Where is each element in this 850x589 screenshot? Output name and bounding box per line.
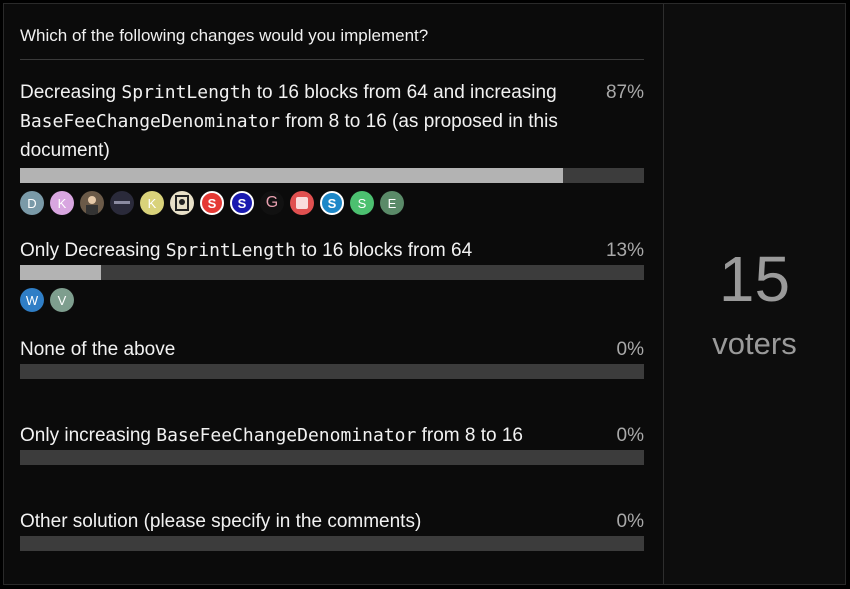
option-percent: 0% [616, 511, 644, 532]
progress-fill [20, 265, 102, 280]
option-label: Other solution (please specify in the co… [20, 507, 588, 536]
progress-bar [20, 265, 644, 280]
option-label: Only increasing BaseFeeChangeDenominator… [20, 421, 588, 450]
option-text: Other solution (please specify in the co… [20, 511, 422, 532]
option-text: from 8 to 16 [416, 425, 523, 446]
poll-widget: Which of the following changes would you… [3, 3, 846, 585]
logo-icon[interactable] [110, 191, 134, 215]
option-code: BaseFeeChangeDenominator [156, 425, 417, 446]
option-code: SprintLength [121, 82, 252, 103]
progress-bar [20, 168, 644, 183]
voter-avatars: WV [20, 288, 644, 312]
s-logo-icon[interactable]: S [230, 191, 254, 215]
voter-avatars: DKKSSGSSE [20, 191, 644, 215]
option-label: Only Decreasing SprintLength to 16 block… [20, 236, 588, 265]
badge-icon[interactable] [170, 191, 194, 215]
voter-avatar[interactable]: W [20, 288, 44, 312]
poll-option-1[interactable]: Decreasing SprintLength to 16 blocks fro… [20, 78, 644, 215]
progress-fill [20, 168, 563, 183]
voter-avatar[interactable]: K [140, 191, 164, 215]
poll-question: Which of the following changes would you… [20, 26, 429, 45]
poll-option-2[interactable]: Only Decreasing SprintLength to 16 block… [20, 236, 644, 312]
g-logo-icon[interactable]: G [260, 191, 284, 215]
option-label: Decreasing SprintLength to 16 blocks fro… [20, 78, 588, 165]
progress-bar [20, 450, 644, 465]
option-text: to 16 blocks from 64 and increasing [251, 82, 557, 103]
progress-bar [20, 536, 644, 551]
voter-count-label: voters [712, 326, 797, 361]
s-logo-icon[interactable]: S [320, 191, 344, 215]
voter-avatar[interactable]: V [50, 288, 74, 312]
poll-option-4[interactable]: Only increasing BaseFeeChangeDenominator… [20, 421, 644, 465]
voter-avatar[interactable]: K [50, 191, 74, 215]
option-text: Only increasing [20, 425, 157, 446]
s-logo-icon[interactable]: S [200, 191, 224, 215]
person-photo-icon[interactable] [80, 191, 104, 215]
voter-avatar[interactable]: D [20, 191, 44, 215]
poll-option-5[interactable]: Other solution (please specify in the co… [20, 507, 644, 551]
option-code: BaseFeeChangeDenominator [20, 111, 281, 132]
option-percent: 13% [605, 240, 644, 261]
option-label: None of the above [20, 335, 588, 364]
divider [20, 59, 644, 60]
app-icon[interactable] [290, 191, 314, 215]
voter-count: 15 [718, 243, 791, 315]
voter-avatar[interactable]: S [350, 191, 374, 215]
option-percent: 0% [616, 425, 644, 446]
option-text: to 16 blocks from 64 [295, 240, 473, 261]
option-text: Decreasing [20, 82, 122, 103]
poll-option-3[interactable]: None of the above 0% [20, 335, 644, 379]
option-text: None of the above [20, 339, 176, 360]
voter-avatar[interactable]: E [380, 191, 404, 215]
progress-bar [20, 364, 644, 379]
poll-panel: Which of the following changes would you… [4, 4, 663, 584]
results-summary: 15 voters [663, 4, 845, 584]
option-percent: 87% [605, 82, 644, 103]
option-text: Only Decreasing [20, 240, 166, 261]
option-percent: 0% [616, 339, 644, 360]
option-code: SprintLength [165, 240, 296, 261]
